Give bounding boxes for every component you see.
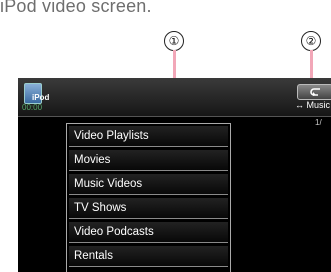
back-arrow-icon [310, 88, 320, 96]
video-menu-list: Video Playlists Movies Music Videos TV S… [66, 123, 231, 272]
ipod-video-screen: iPod 00:00 ↔ Music 1/ Video Playlists Mo… [18, 78, 331, 272]
music-tab[interactable]: ↔ Music [295, 100, 330, 110]
page-caption: iPod video screen. [0, 0, 152, 16]
callout-1: ① [164, 31, 184, 51]
list-item-video-podcasts[interactable]: Video Podcasts [69, 222, 228, 243]
back-button[interactable] [297, 84, 331, 100]
list-item-movies[interactable]: Movies [69, 150, 228, 171]
source-label: iPod [32, 93, 50, 102]
top-bar: iPod 00:00 ↔ Music [18, 78, 331, 117]
time-display: 00:00 [22, 103, 43, 112]
list-item-rentals[interactable]: Rentals [69, 246, 228, 267]
list-item-tv-shows[interactable]: TV Shows [69, 198, 228, 219]
source-badge[interactable]: iPod 00:00 [22, 83, 56, 113]
list-item-video-playlists[interactable]: Video Playlists [69, 126, 228, 147]
page-indicator: 1/ [315, 118, 322, 127]
callout-2: ② [301, 31, 321, 51]
list-item-music-videos[interactable]: Music Videos [69, 174, 228, 195]
